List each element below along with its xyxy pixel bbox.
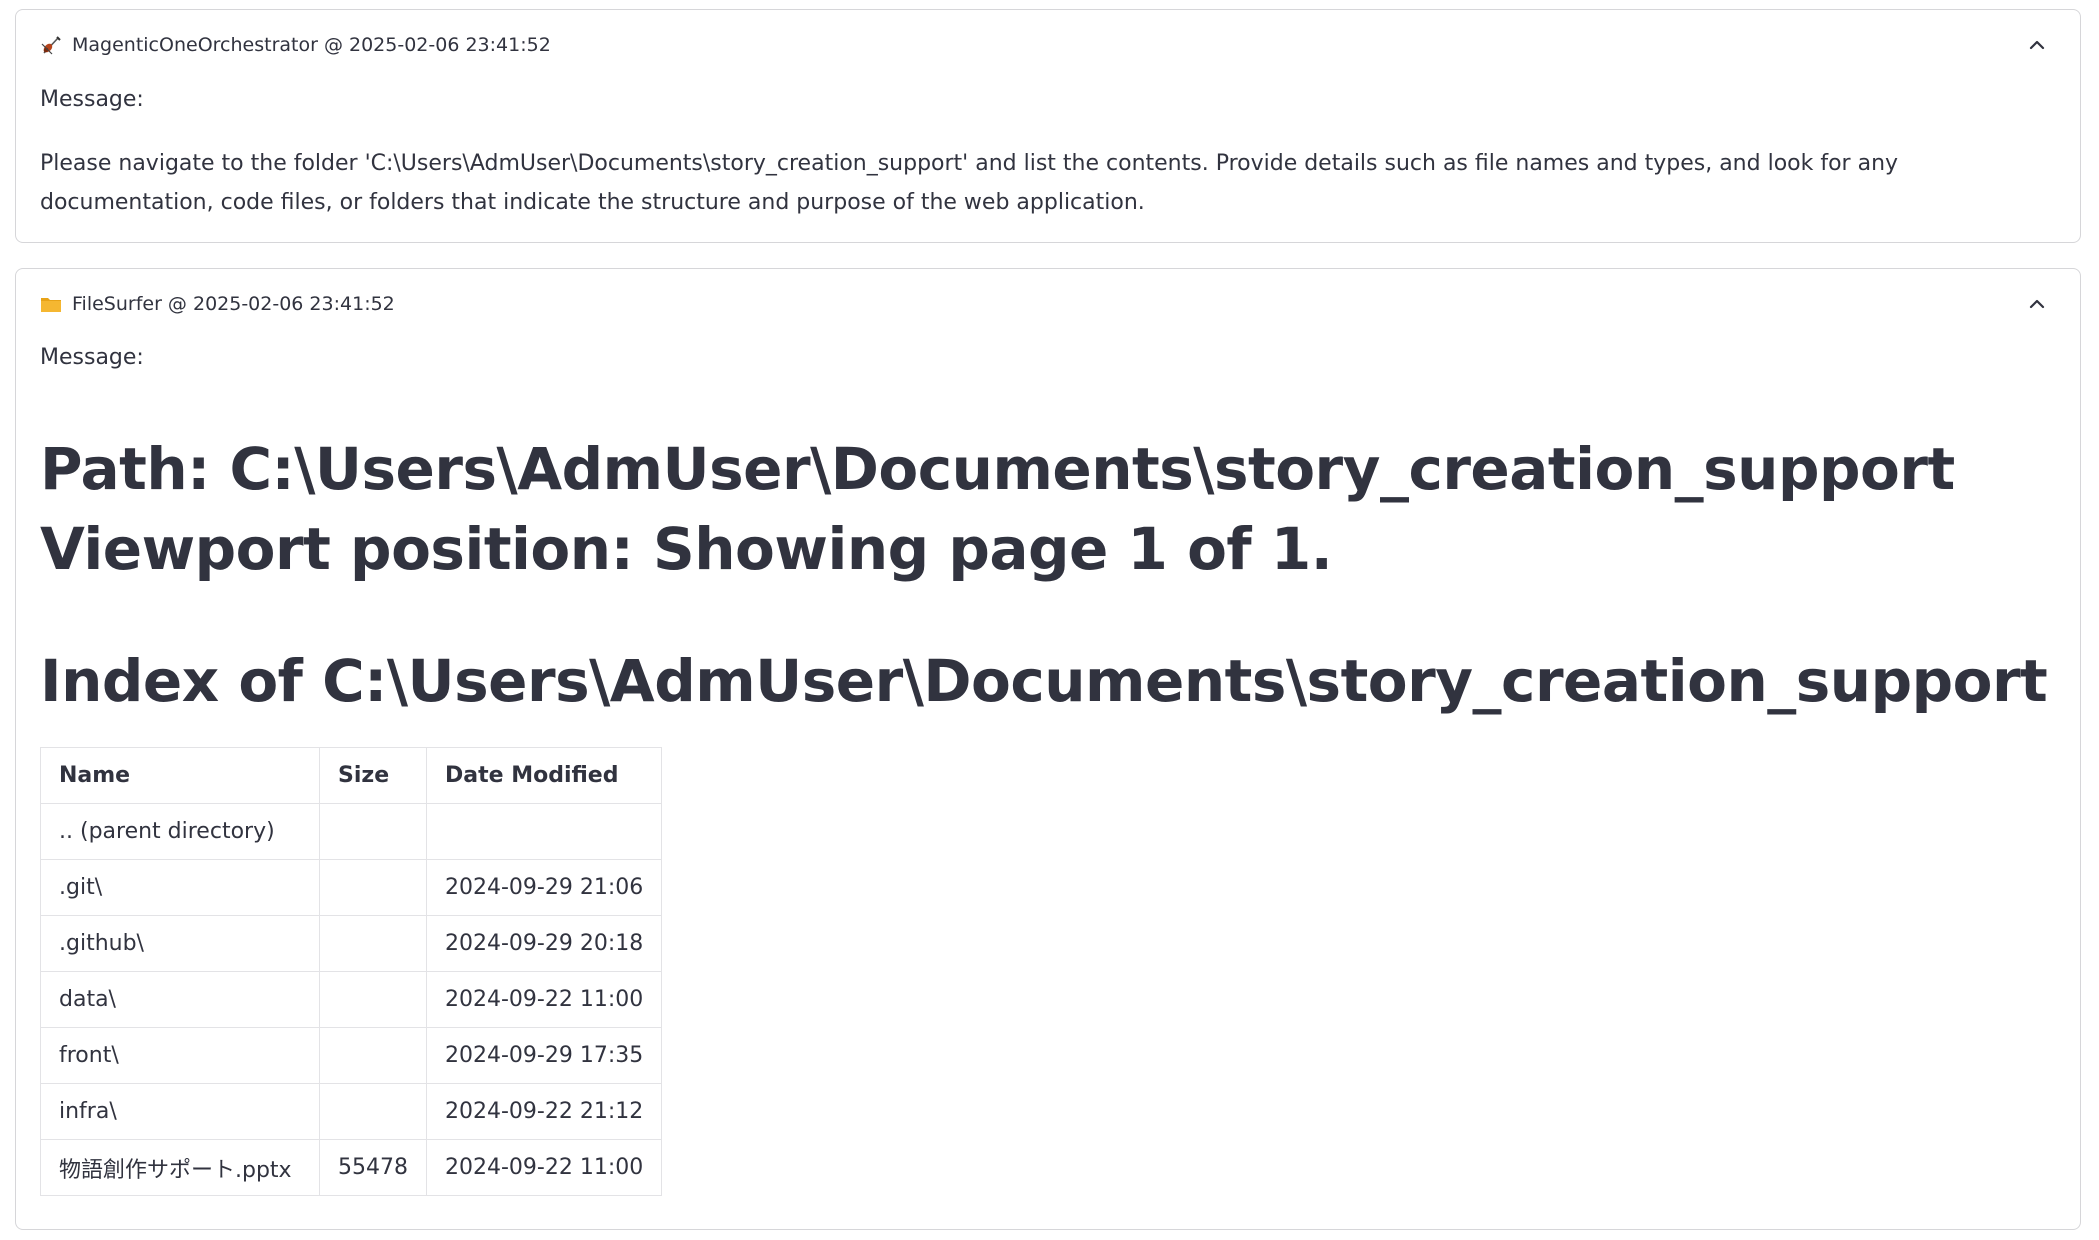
table-row: front\ 2024-09-29 17:35: [40, 1027, 663, 1084]
table-header-row: Name Size Date Modified: [40, 747, 663, 804]
cell-size: [319, 915, 427, 972]
expander-title: MagenticOneOrchestrator @ 2025-02-06 23:…: [72, 34, 551, 56]
cell-date: 2024-09-22 11:00: [425, 1139, 663, 1196]
cell-name: 物語創作サポート.pptx: [40, 1139, 320, 1196]
column-header-date-modified: Date Modified: [425, 747, 663, 804]
chevron-up-icon[interactable]: [2026, 293, 2048, 315]
message-label: Message:: [40, 345, 144, 370]
cell-date: [425, 803, 663, 860]
column-header-name: Name: [40, 747, 320, 804]
cell-name: front\: [40, 1027, 320, 1084]
cell-name: .github\: [40, 915, 320, 972]
cell-size: [319, 1083, 427, 1140]
table-row: .. (parent directory): [40, 803, 663, 860]
directory-table: Name Size Date Modified .. (parent direc…: [40, 747, 663, 1196]
cell-size: [319, 859, 427, 916]
cell-name: infra\: [40, 1083, 320, 1140]
cell-size: [319, 803, 427, 860]
chevron-up-icon[interactable]: [2026, 34, 2048, 56]
cell-name: data\: [40, 971, 320, 1028]
table-row: .git\ 2024-09-29 21:06: [40, 859, 663, 916]
cell-size: [319, 1027, 427, 1084]
cell-date: 2024-09-29 17:35: [425, 1027, 663, 1084]
table-row: 物語創作サポート.pptx 55478 2024-09-22 11:00: [40, 1139, 663, 1196]
cell-name: .git\: [40, 859, 320, 916]
column-header-size: Size: [319, 747, 427, 804]
viewport-heading: Viewport position: Showing page 1 of 1.: [40, 515, 1333, 583]
message-body: Please navigate to the folder 'C:\Users\…: [40, 151, 1899, 215]
filesurfer-message-expander: FileSurfer @ 2025-02-06 23:41:52 Message…: [15, 268, 2081, 1230]
cell-date: 2024-09-22 11:00: [425, 971, 663, 1028]
cell-date: 2024-09-29 20:18: [425, 915, 663, 972]
table-row: data\ 2024-09-22 11:00: [40, 971, 663, 1028]
table-row: infra\ 2024-09-22 21:12: [40, 1083, 663, 1140]
cell-size: [319, 971, 427, 1028]
index-heading: Index of C:\Users\AdmUser\Documents\stor…: [40, 647, 2048, 715]
folder-icon: [41, 298, 61, 312]
expander-header[interactable]: MagenticOneOrchestrator @ 2025-02-06 23:…: [40, 30, 2056, 60]
orchestrator-message-expander: MagenticOneOrchestrator @ 2025-02-06 23:…: [15, 9, 2081, 243]
cell-name: .. (parent directory): [40, 803, 320, 860]
violin-icon: [41, 36, 61, 55]
cell-size: 55478: [319, 1139, 427, 1196]
message-label: Message:: [40, 87, 144, 112]
expander-header[interactable]: FileSurfer @ 2025-02-06 23:41:52: [40, 289, 2056, 319]
expander-title: FileSurfer @ 2025-02-06 23:41:52: [72, 293, 395, 315]
path-heading: Path: C:\Users\AdmUser\Documents\story_c…: [40, 435, 1955, 503]
table-row: .github\ 2024-09-29 20:18: [40, 915, 663, 972]
cell-date: 2024-09-29 21:06: [425, 859, 663, 916]
cell-date: 2024-09-22 21:12: [425, 1083, 663, 1140]
